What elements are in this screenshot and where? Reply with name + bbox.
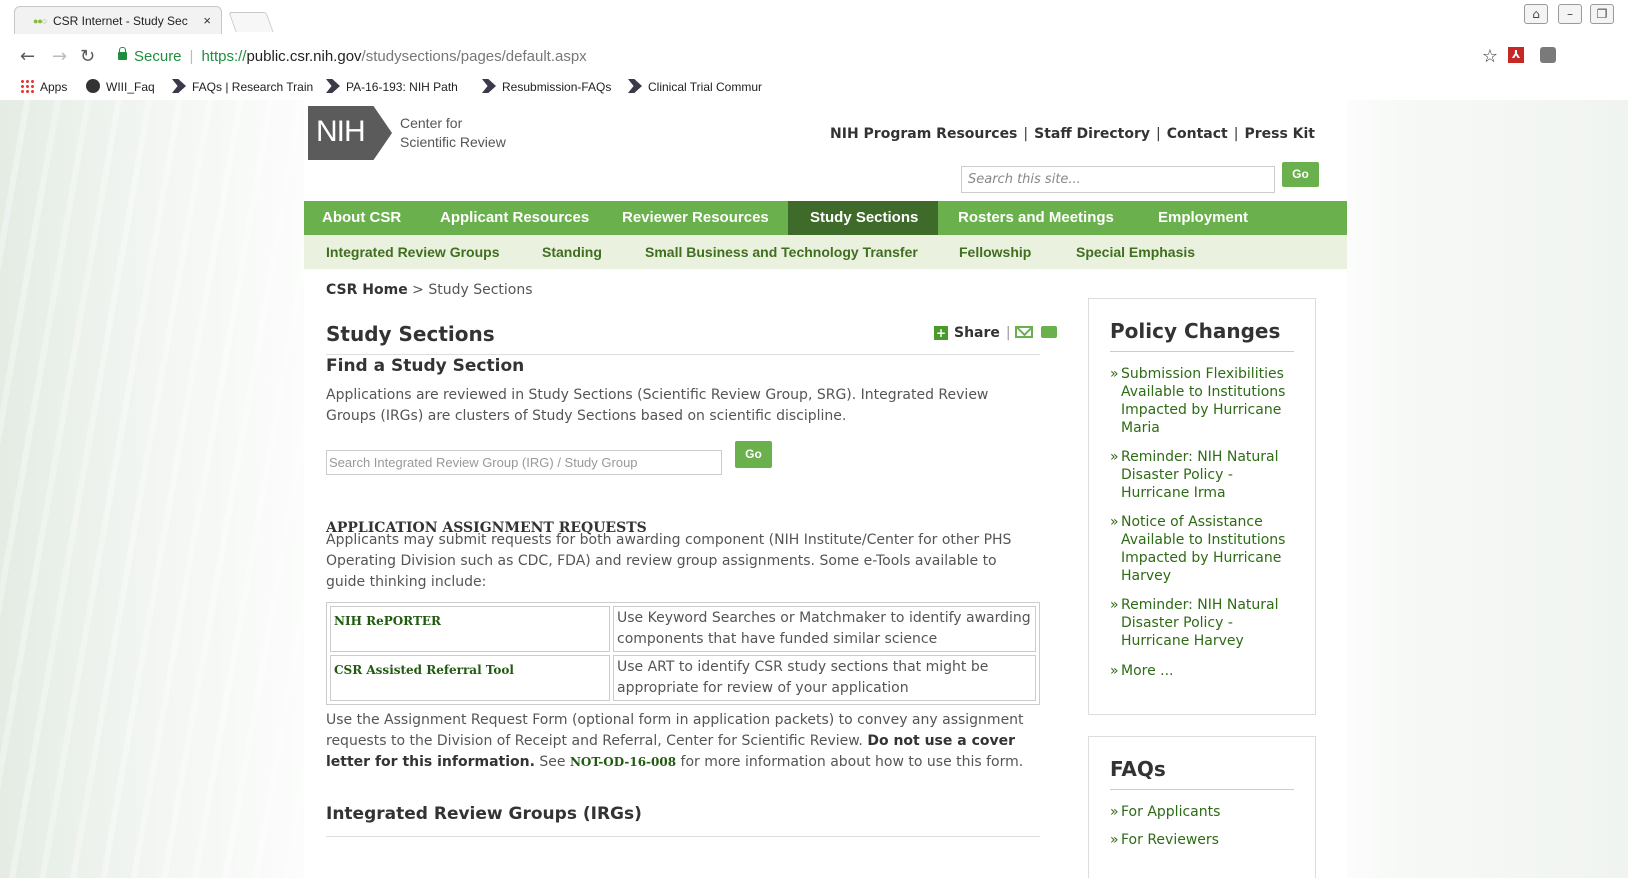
reload-icon[interactable]: ↻	[80, 46, 95, 67]
bookmark-favicon-icon	[86, 79, 100, 93]
policy-title: Policy Changes	[1110, 319, 1281, 343]
email-icon[interactable]	[1014, 326, 1033, 338]
new-tab-button[interactable]	[228, 12, 274, 32]
bookmarks-bar: Apps WIII_Faq FAQs | Research Train PA-1…	[0, 74, 1628, 100]
forward-icon[interactable]: →	[52, 46, 67, 67]
faqs-title: FAQs	[1110, 757, 1166, 781]
assignment-form-text: Use the Assignment Request Form (optiona…	[326, 712, 1024, 770]
share-plus-icon[interactable]: +	[934, 326, 948, 340]
page-container: NIH Center for Scientific Review NIH Pro…	[304, 100, 1347, 878]
nav-applicant-resources[interactable]: Applicant Resources	[422, 201, 604, 235]
subnav-special-emphasis[interactable]: Special Emphasis	[1076, 235, 1195, 269]
faqs-box: FAQs » For Applicants » For Reviewers	[1088, 736, 1316, 878]
minimize-icon[interactable]: –	[1558, 4, 1582, 24]
share-link[interactable]: Share	[954, 325, 1000, 341]
not-od-16-008-link[interactable]: NOT-OD-16-008	[570, 755, 676, 769]
print-icon[interactable]	[1040, 326, 1057, 338]
tab-title: CSR Internet - Study Sec	[53, 14, 188, 28]
subnav-small-business[interactable]: Small Business and Technology Transfer	[645, 235, 918, 269]
policy-more-link[interactable]: » More ...	[1110, 662, 1300, 680]
find-text: Applications are reviewed in Study Secti…	[326, 387, 989, 424]
extension-icon[interactable]	[1540, 47, 1556, 63]
url-host: public.csr.nih.gov	[246, 48, 362, 65]
nav-about-csr[interactable]: About CSR	[304, 201, 422, 235]
assignment-text: Applicants may submit requests for both …	[326, 532, 1012, 590]
sub-nav: Integrated Review Groups Standing Small …	[304, 235, 1347, 269]
nav-study-sections[interactable]: Study Sections	[788, 201, 938, 235]
browser-tab[interactable]: ●●○ CSR Internet - Study Sec ×	[14, 6, 222, 34]
link-press-kit[interactable]: Press Kit	[1244, 126, 1315, 142]
bookmark-star-icon[interactable]: ☆	[1482, 46, 1498, 67]
back-icon[interactable]: ←	[20, 46, 35, 67]
policy-divider	[1110, 351, 1294, 352]
etools-table: NIH RePORTER Use Keyword Searches or Mat…	[326, 602, 1040, 705]
policy-item-harvey-policy[interactable]: » Reminder: NIH Natural Disaster Policy -…	[1110, 596, 1300, 650]
link-staff-directory[interactable]: Staff Directory	[1034, 126, 1150, 142]
bookmark-resubmission[interactable]: Resubmission-FAQs	[482, 79, 611, 94]
breadcrumb: CSR Home > Study Sections	[326, 282, 533, 298]
bookmark-favicon-icon	[628, 79, 642, 93]
tool-link-reporter[interactable]: NIH RePORTER	[330, 606, 610, 652]
bookmark-favicon-icon	[326, 79, 340, 93]
tool-description: Use ART to identify CSR study sections t…	[613, 655, 1036, 701]
bookmark-faqs[interactable]: FAQs | Research Train	[172, 79, 313, 94]
irg-search-input[interactable]: Search Integrated Review Group (IRG) / S…	[326, 450, 722, 475]
breadcrumb-home[interactable]: CSR Home	[326, 282, 408, 298]
nav-rosters-meetings[interactable]: Rosters and Meetings	[938, 201, 1138, 235]
faq-applicants-link[interactable]: » For Applicants	[1110, 803, 1300, 821]
faq-reviewers-link[interactable]: » For Reviewers	[1110, 831, 1300, 849]
tool-description: Use Keyword Searches or Matchmaker to id…	[613, 606, 1036, 652]
site-search-input[interactable]: Search this site...	[961, 166, 1275, 193]
policy-changes-box: Policy Changes » Submission Flexibilities…	[1088, 298, 1316, 715]
main-nav: About CSR Applicant Resources Reviewer R…	[304, 201, 1347, 235]
bookmark-favicon-icon	[172, 79, 186, 93]
breadcrumb-current: Study Sections	[428, 282, 533, 298]
table-row: CSR Assisted Referral Tool Use ART to id…	[330, 655, 1036, 701]
bookmark-favicon-icon	[482, 79, 496, 93]
policy-item-harvey-assistance[interactable]: » Notice of Assistance Available to Insti…	[1110, 513, 1300, 585]
irg-heading: Integrated Review Groups (IRGs)	[326, 804, 642, 824]
secure-label: Secure	[134, 48, 182, 65]
bookmark-wiii-faq[interactable]: WIII_Faq	[86, 79, 155, 94]
nih-logo[interactable]: NIH	[308, 106, 392, 160]
bookmark-apps[interactable]: Apps	[20, 79, 67, 94]
site-favicon-icon: ●●○	[33, 16, 47, 26]
page-title: Study Sections	[326, 322, 495, 346]
subnav-irgs[interactable]: Integrated Review Groups	[326, 235, 499, 269]
nav-employment[interactable]: Employment	[1138, 201, 1268, 235]
title-divider	[326, 354, 1040, 355]
policy-item-maria[interactable]: » Submission Flexibilities Available to I…	[1110, 365, 1300, 437]
site-search-go-button[interactable]: Go	[1282, 162, 1319, 187]
pdf-extension-icon[interactable]: ⅄	[1508, 47, 1524, 63]
url-field[interactable]: Secure | https://public.csr.nih.gov/studys…	[108, 43, 1608, 70]
find-heading: Find a Study Section	[326, 356, 525, 376]
url-scheme: https://	[201, 48, 247, 65]
profile-icon[interactable]: ⌂	[1524, 4, 1548, 24]
subnav-fellowship[interactable]: Fellowship	[959, 235, 1031, 269]
link-contact[interactable]: Contact	[1167, 126, 1228, 142]
tool-link-art[interactable]: CSR Assisted Referral Tool	[330, 655, 610, 701]
address-bar: ← → ↻ Secure | https://public.csr.nih.gov/…	[0, 38, 1628, 74]
bookmark-pa-16-193[interactable]: PA-16-193: NIH Path	[326, 79, 458, 94]
utility-links: NIH Program Resources | Staff Directory | Co…	[830, 126, 1315, 142]
faqs-divider	[1110, 789, 1294, 790]
link-program-resources[interactable]: NIH Program Resources	[830, 126, 1017, 142]
apps-grid-icon	[20, 79, 34, 93]
irg-divider	[326, 836, 1040, 837]
browser-tab-bar: ●●○ CSR Internet - Study Sec × ⌂ – ❐	[0, 0, 1628, 38]
lock-icon	[118, 47, 127, 60]
csr-logo-text[interactable]: Center for Scientific Review	[400, 114, 506, 152]
restore-icon[interactable]: ❐	[1590, 4, 1614, 24]
tab-close-icon[interactable]: ×	[203, 13, 211, 28]
nav-reviewer-resources[interactable]: Reviewer Resources	[604, 201, 788, 235]
irg-search-go-button[interactable]: Go	[735, 441, 772, 468]
table-row: NIH RePORTER Use Keyword Searches or Mat…	[330, 606, 1036, 652]
bookmark-clinical-trial[interactable]: Clinical Trial Commur	[628, 79, 762, 94]
share-tools: + Share |	[934, 325, 1057, 341]
url-path: /studysections/pages/default.aspx	[361, 48, 587, 65]
policy-item-irma[interactable]: » Reminder: NIH Natural Disaster Policy -…	[1110, 448, 1300, 502]
subnav-standing[interactable]: Standing	[542, 235, 602, 269]
